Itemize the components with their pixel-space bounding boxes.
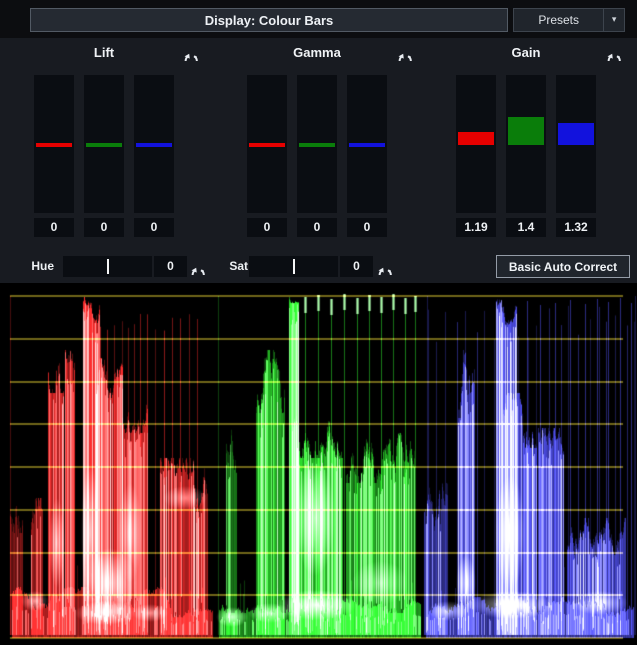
waveform-display xyxy=(0,283,637,645)
lift-red-value: 0 xyxy=(34,218,74,237)
gamma-blue-value: 0 xyxy=(347,218,387,237)
gain-red-slider[interactable] xyxy=(456,75,496,213)
presets-button[interactable]: Presets xyxy=(514,9,603,31)
gain-blue-slider[interactable] xyxy=(556,75,596,213)
sat-slider[interactable] xyxy=(249,256,338,277)
gain-red-value: 1.19 xyxy=(456,218,496,237)
sat-value: 0 xyxy=(340,256,373,277)
hue-value: 0 xyxy=(154,256,187,277)
gamma-green-slider[interactable] xyxy=(297,75,337,213)
gain-blue-value: 1.32 xyxy=(556,218,596,237)
reset-icon xyxy=(182,43,200,61)
lift-red-handle[interactable] xyxy=(36,143,72,147)
lift-green-slider[interactable] xyxy=(84,75,124,213)
lift-red-slider[interactable] xyxy=(34,75,74,213)
presets-dropdown-arrow[interactable]: ▾ xyxy=(603,9,624,31)
reset-icon xyxy=(189,257,207,275)
presets-dropdown[interactable]: Presets ▾ xyxy=(513,8,625,32)
gamma-green-value: 0 xyxy=(297,218,337,237)
gamma-reset-button[interactable] xyxy=(396,43,414,61)
reset-icon xyxy=(605,43,623,61)
display-mode-button[interactable]: Display: Colour Bars xyxy=(30,8,508,32)
reset-icon xyxy=(376,257,394,275)
hue-slider[interactable] xyxy=(63,256,152,277)
gain-green-value: 1.4 xyxy=(506,218,546,237)
basic-auto-correct-button[interactable]: Basic Auto Correct xyxy=(496,255,630,278)
lift-blue-slider[interactable] xyxy=(134,75,174,213)
gamma-red-handle[interactable] xyxy=(249,143,285,147)
gain-red-handle[interactable] xyxy=(458,132,494,145)
gamma-red-slider[interactable] xyxy=(247,75,287,213)
colour-correction-window: Display: Colour Bars Presets ▾ Basic Aut… xyxy=(0,0,637,645)
hue-reset-button[interactable] xyxy=(189,257,207,275)
gain-green-handle[interactable] xyxy=(508,117,544,145)
section-label-gamma: Gamma xyxy=(277,45,357,61)
gamma-blue-handle[interactable] xyxy=(349,143,385,147)
gain-green-slider[interactable] xyxy=(506,75,546,213)
sat-slider-handle[interactable] xyxy=(293,259,295,274)
hue-slider-handle[interactable] xyxy=(107,259,109,274)
gamma-red-value: 0 xyxy=(247,218,287,237)
gamma-green-handle[interactable] xyxy=(299,143,335,147)
gamma-blue-slider[interactable] xyxy=(347,75,387,213)
lift-green-value: 0 xyxy=(84,218,124,237)
sat-reset-button[interactable] xyxy=(376,257,394,275)
gain-reset-button[interactable] xyxy=(605,43,623,61)
top-toolbar: Display: Colour Bars Presets ▾ xyxy=(0,0,637,38)
section-label-lift: Lift xyxy=(64,45,144,61)
lift-green-handle[interactable] xyxy=(86,143,122,147)
caret-down-icon: ▾ xyxy=(612,14,617,24)
lift-blue-handle[interactable] xyxy=(136,143,172,147)
reset-icon xyxy=(396,43,414,61)
section-label-gain: Gain xyxy=(486,45,566,61)
gain-blue-handle[interactable] xyxy=(558,123,594,145)
sat-label: Sat xyxy=(222,256,248,277)
lift-blue-value: 0 xyxy=(134,218,174,237)
lift-reset-button[interactable] xyxy=(182,43,200,61)
hue-label: Hue xyxy=(26,256,54,277)
controls-panel: Basic Auto Correct Lift000Gamma000Gain1.… xyxy=(0,38,637,283)
